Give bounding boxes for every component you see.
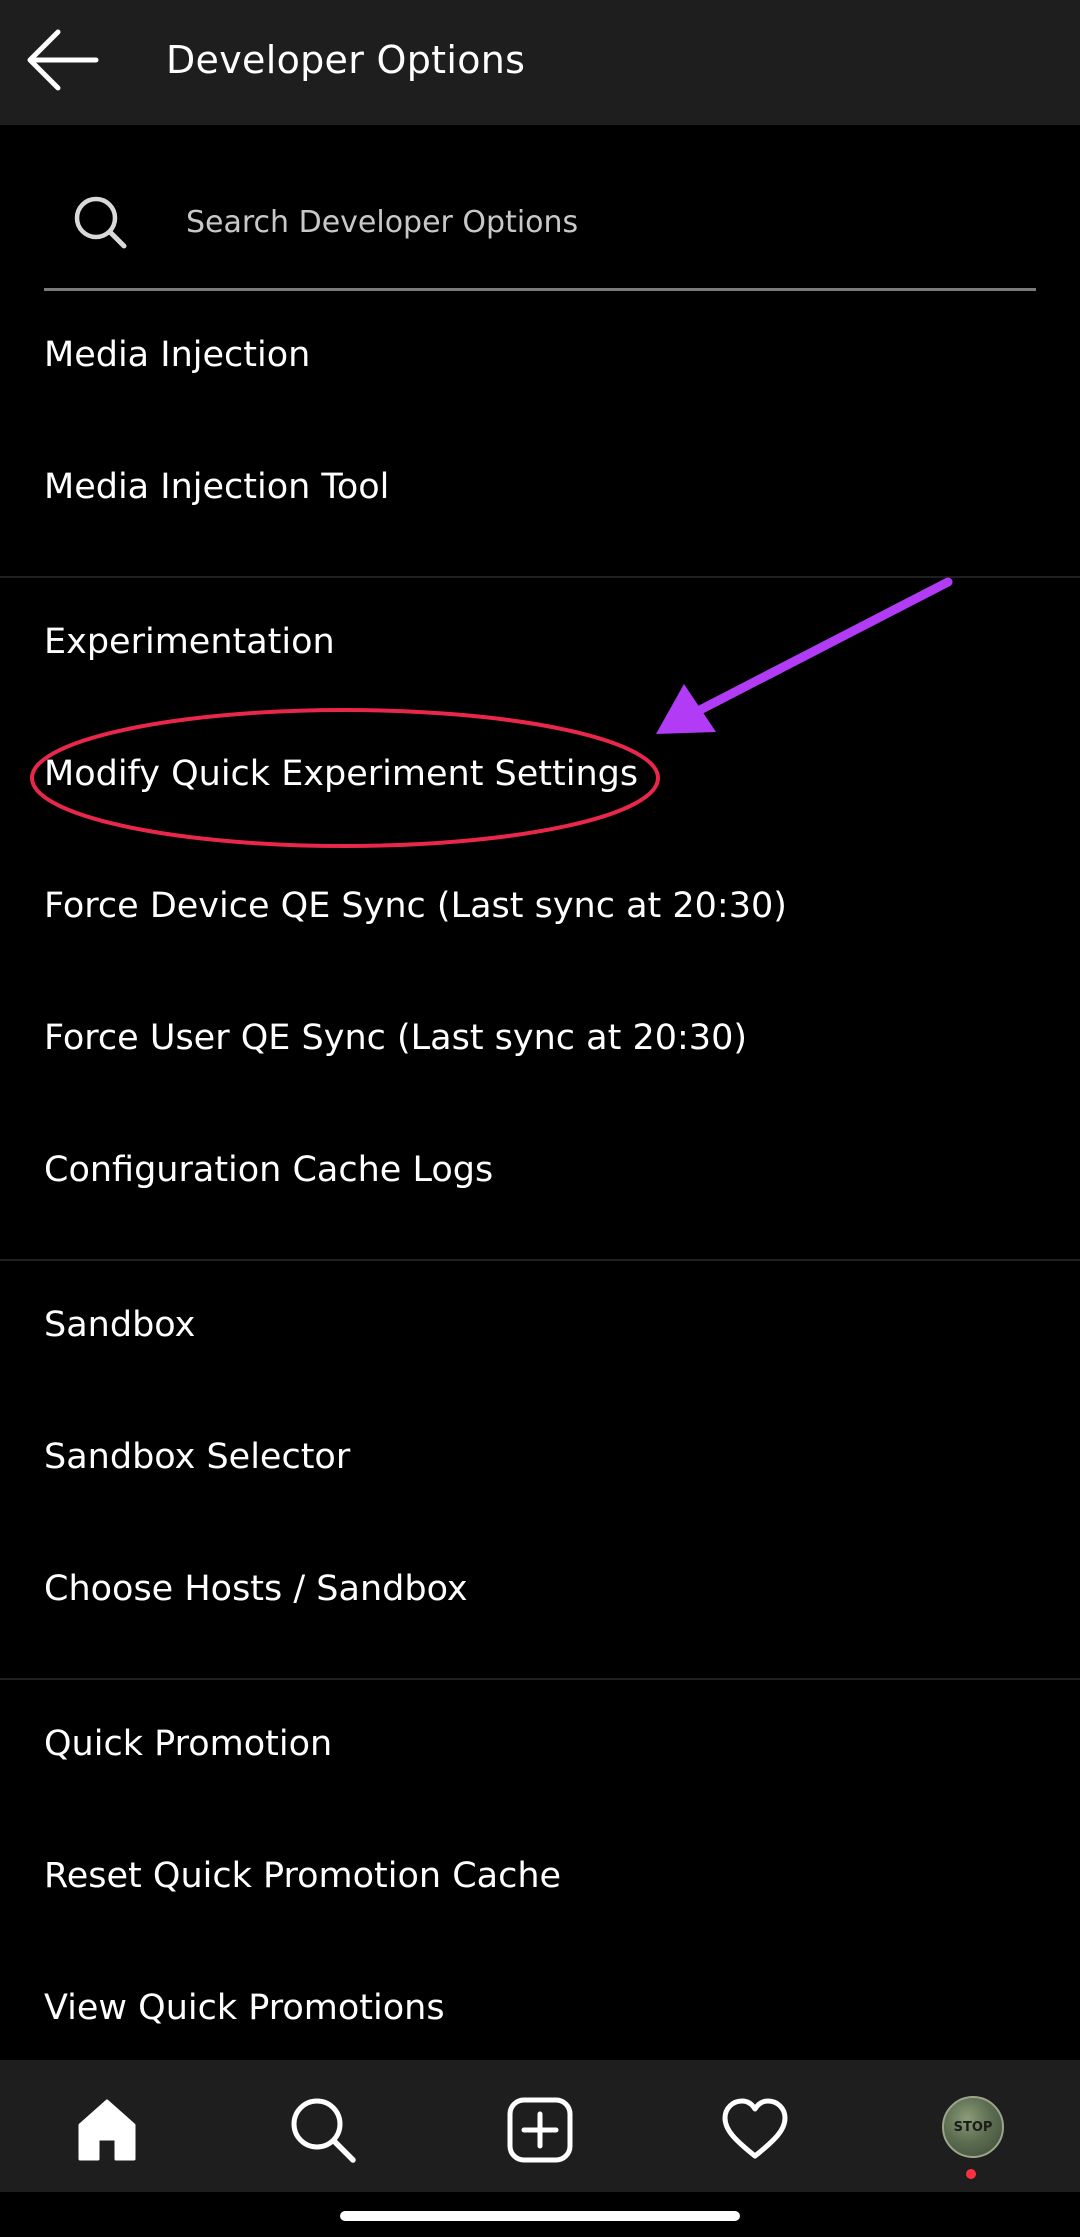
profile-avatar[interactable]: STOP	[942, 2096, 1004, 2158]
section-heading-media-injection: Media Injection	[44, 335, 311, 375]
menu-item-media-injection-tool[interactable]: Media Injection Tool	[44, 421, 1044, 553]
section-heading-sandbox: Sandbox	[44, 1305, 196, 1345]
search-icon	[74, 196, 127, 249]
menu-item-reset-quick-promotion-cache[interactable]: Reset Quick Promotion Cache	[44, 1810, 1044, 1942]
nav-search-button[interactable]	[283, 2090, 363, 2170]
nav-activity-button[interactable]	[715, 2090, 795, 2170]
menu-item-sandbox-selector[interactable]: Sandbox Selector	[44, 1391, 1044, 1523]
search-bar	[44, 170, 1036, 291]
search-icon	[291, 2098, 356, 2163]
heart-icon	[722, 2098, 788, 2159]
arrow-left-icon	[27, 29, 99, 91]
home-icon	[78, 2099, 136, 2161]
nav-home-button[interactable]	[67, 2090, 147, 2170]
section-heading-quick-promotion: Quick Promotion	[44, 1724, 333, 1764]
bottom-navigation-bar: STOP	[0, 2060, 1080, 2192]
menu-item-view-quick-promotions[interactable]: View Quick Promotions	[44, 1942, 1044, 2074]
menu-item-configuration-cache-logs[interactable]: Configuration Cache Logs	[44, 1104, 1044, 1236]
menu-item-choose-hosts-sandbox[interactable]: Choose Hosts / Sandbox	[44, 1523, 1044, 1655]
back-button[interactable]	[18, 20, 114, 100]
top-app-bar: Developer Options	[0, 0, 1080, 125]
menu-item-force-user-qe-sync[interactable]: Force User QE Sync (Last sync at 20:30)	[44, 972, 1044, 1104]
add-post-icon	[507, 2097, 573, 2163]
search-input[interactable]	[186, 190, 1006, 254]
section-heading-experimentation: Experimentation	[44, 622, 335, 662]
home-indicator[interactable]	[340, 2211, 740, 2221]
avatar-stop-text: STOP	[953, 2120, 993, 2135]
page-title: Developer Options	[166, 38, 526, 82]
menu-item-force-device-qe-sync[interactable]: Force Device QE Sync (Last sync at 20:30…	[44, 840, 1044, 972]
nav-new-post-button[interactable]	[500, 2090, 580, 2170]
notification-dot	[966, 2169, 976, 2179]
menu-item-modify-quick-experiment-settings[interactable]: Modify Quick Experiment Settings	[44, 708, 1044, 840]
